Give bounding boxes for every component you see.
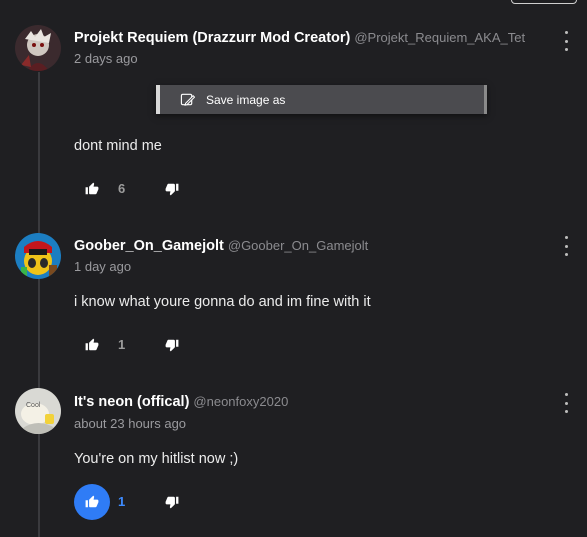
like-count: 1 [118, 494, 126, 509]
like-count: 6 [118, 181, 126, 196]
comment-actions: 1 [74, 327, 274, 363]
like-button[interactable] [74, 484, 110, 520]
user-handle[interactable]: @neonfoxy2020 [193, 394, 288, 409]
thumbs-up-icon [85, 338, 99, 351]
comment-body: You're on my hitlist now ;) [74, 451, 239, 467]
comment-header: Goober_On_Gamejolt @Goober_On_Gamejolt [74, 237, 368, 255]
comment-body: dont mind me [74, 138, 162, 154]
display-name[interactable]: It's neon (offical) [74, 394, 189, 410]
comment-header: Projekt Requiem (Drazzurr Mod Creator) @P… [74, 29, 525, 47]
avatar[interactable] [15, 233, 61, 279]
top-edge-button[interactable] [511, 0, 577, 4]
thumbs-down-icon [165, 339, 179, 352]
dislike-button[interactable] [154, 171, 190, 207]
user-handle[interactable]: @Projekt_Requiem_AKA_Tet [354, 30, 525, 45]
avatar-text: Cool [26, 402, 41, 409]
context-menu-item-label[interactable]: Save image as [206, 93, 285, 107]
avatar[interactable] [15, 25, 61, 71]
like-button[interactable] [74, 327, 110, 363]
like-button[interactable] [74, 171, 110, 207]
kebab-menu-icon[interactable] [562, 393, 570, 413]
display-name[interactable]: Goober_On_Gamejolt [74, 238, 224, 254]
comment-actions: 6 [74, 171, 274, 207]
thumbs-down-icon [165, 496, 179, 509]
comment-header: It's neon (offical) @neonfoxy2020 [74, 393, 288, 411]
dislike-button[interactable] [154, 484, 190, 520]
display-name[interactable]: Projekt Requiem (Drazzurr Mod Creator) [74, 30, 350, 46]
avatar[interactable]: Cool [15, 388, 61, 434]
comment-actions: 1 [74, 484, 274, 520]
kebab-menu-icon[interactable] [562, 236, 570, 256]
like-count: 1 [118, 337, 126, 352]
comment-body: i know what youre gonna do and im fine w… [74, 294, 371, 310]
kebab-menu-icon[interactable] [562, 31, 570, 51]
thumbs-up-icon [85, 182, 99, 195]
thumbs-down-icon [165, 183, 179, 196]
context-menu-save-image[interactable]: Save image as [156, 85, 487, 114]
timestamp[interactable]: 2 days ago [74, 51, 138, 66]
edit-image-icon [180, 93, 195, 106]
timestamp[interactable]: 1 day ago [74, 259, 131, 274]
dislike-button[interactable] [154, 327, 190, 363]
user-handle[interactable]: @Goober_On_Gamejolt [228, 238, 368, 253]
thumbs-up-icon [85, 495, 99, 508]
timestamp[interactable]: about 23 hours ago [74, 416, 186, 431]
thread-line [38, 72, 40, 537]
